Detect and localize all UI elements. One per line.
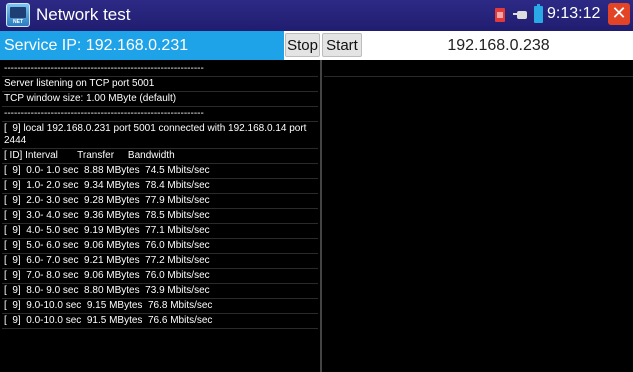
- start-button[interactable]: Start: [322, 33, 362, 57]
- log-line: [ 9] 3.0- 4.0 sec 9.36 MBytes 78.5 Mbits…: [2, 209, 318, 224]
- log-line: ----------------------------------------…: [2, 62, 318, 77]
- toolbar: Service IP: 192.168.0.231 Stop Start 192…: [0, 31, 633, 60]
- log-line: [ 9] 5.0- 6.0 sec 9.06 MBytes 76.0 Mbits…: [2, 239, 318, 254]
- service-ip-label: Service IP: 192.168.0.231: [0, 31, 284, 60]
- log-line: TCP window size: 1.00 MByte (default): [2, 92, 318, 107]
- window-title: Network test: [36, 5, 131, 24]
- log-line: [ 9] 1.0- 2.0 sec 9.34 MBytes 78.4 Mbits…: [2, 179, 318, 194]
- log-line: [ 9] local 192.168.0.231 port 5001 conne…: [2, 122, 318, 149]
- log-line: [ 9] 4.0- 5.0 sec 9.19 MBytes 77.1 Mbits…: [2, 224, 318, 239]
- server-log-pane: ----------------------------------------…: [2, 62, 318, 329]
- log-line: [ 9] 0.0-10.0 sec 91.5 MBytes 76.6 Mbits…: [2, 314, 318, 329]
- clock: 9:13:12: [547, 5, 601, 22]
- title-bar: NET Network test 9:13:12 ✕: [0, 0, 633, 31]
- log-line: [ 9] 2.0- 3.0 sec 9.28 MBytes 77.9 Mbits…: [2, 194, 318, 209]
- client-output-pane: [324, 62, 633, 372]
- log-line: [ ID] Interval Transfer Bandwidth: [2, 149, 318, 164]
- log-line: ----------------------------------------…: [2, 107, 318, 122]
- battery-icon: [534, 4, 543, 23]
- sim-card-icon: [495, 8, 505, 22]
- target-ip-input[interactable]: 192.168.0.238: [364, 32, 633, 59]
- log-line: [ 9] 9.0-10.0 sec 9.15 MBytes 76.8 Mbits…: [2, 299, 318, 314]
- network-test-app-icon: NET: [6, 3, 30, 27]
- close-icon[interactable]: ✕: [608, 3, 630, 25]
- client-output-line: [324, 62, 633, 77]
- log-line: Server listening on TCP port 5001: [2, 77, 318, 92]
- log-line: [ 9] 0.0- 1.0 sec 8.88 MBytes 74.5 Mbits…: [2, 164, 318, 179]
- log-line: [ 9] 8.0- 9.0 sec 8.80 MBytes 73.9 Mbits…: [2, 284, 318, 299]
- log-line: [ 9] 7.0- 8.0 sec 9.06 MBytes 76.0 Mbits…: [2, 269, 318, 284]
- plug-icon: [513, 10, 529, 20]
- pane-divider: [320, 60, 322, 372]
- log-line: [ 9] 6.0- 7.0 sec 9.21 MBytes 77.2 Mbits…: [2, 254, 318, 269]
- stop-button[interactable]: Stop: [285, 33, 320, 57]
